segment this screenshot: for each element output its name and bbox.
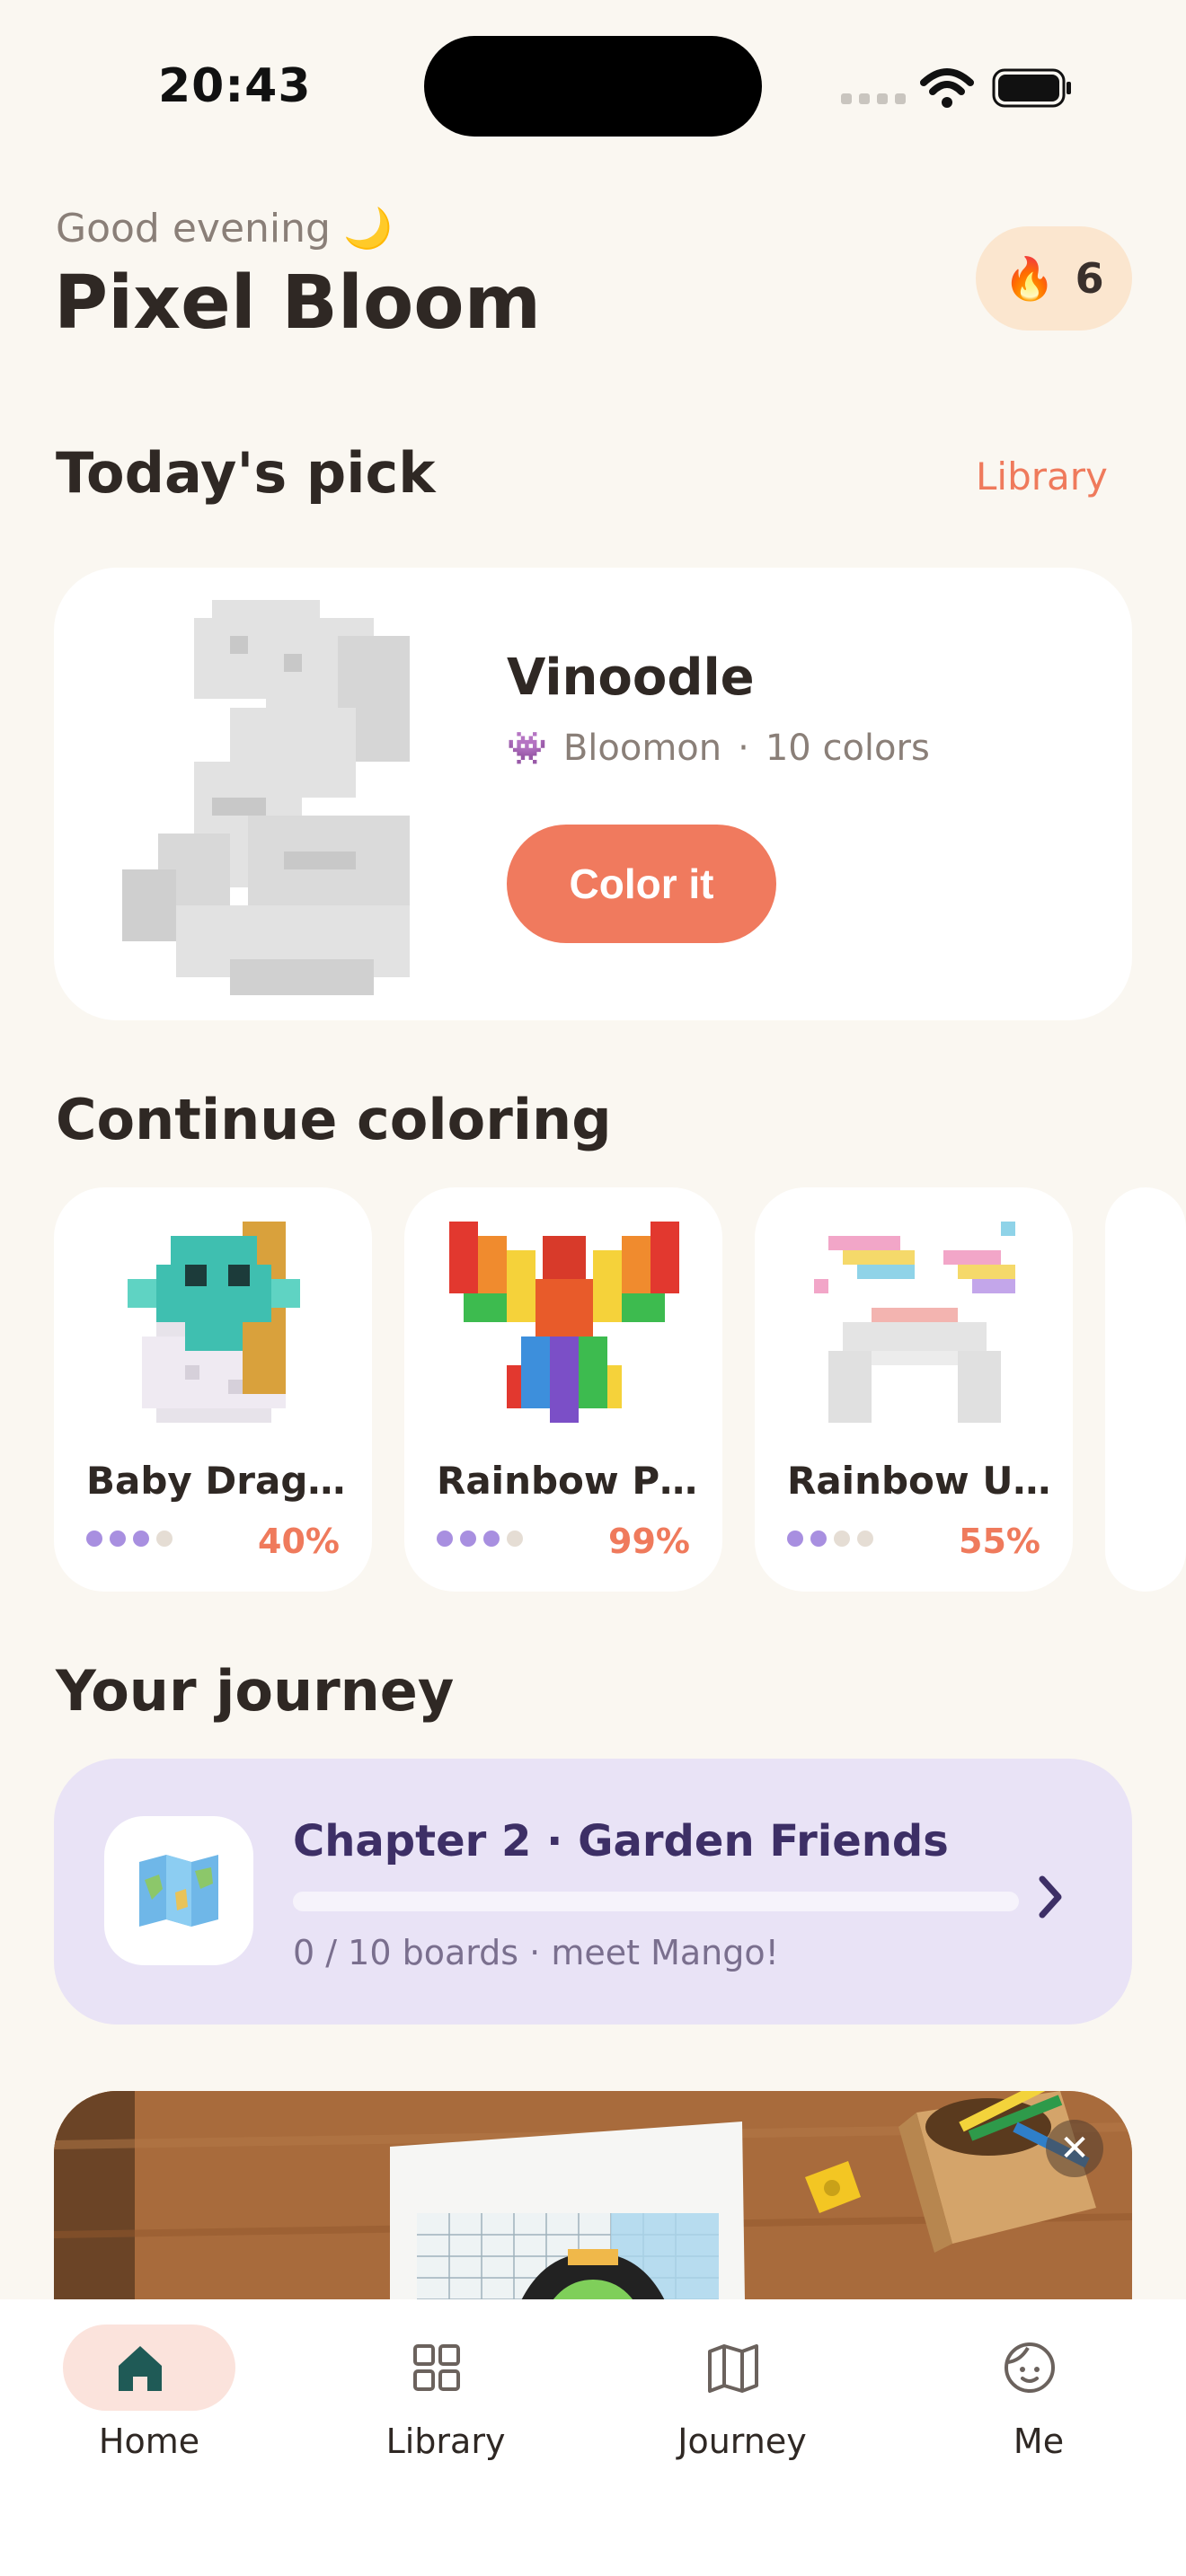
battery-icon: [992, 68, 1071, 108]
meta-separator: ·: [738, 728, 749, 769]
tab-me[interactable]: Me: [945, 2325, 1161, 2477]
journey-progress-track: [293, 1892, 1019, 1911]
continue-item-name: Rainbow U…: [787, 1459, 1051, 1503]
journey-progress-text: 0 / 10 boards · meet Mango!: [293, 1933, 779, 1972]
continue-card[interactable]: Rainbow U… 55%: [755, 1187, 1073, 1592]
close-promo-button[interactable]: ✕: [1046, 2120, 1103, 2177]
todays-pick-title: Today's pick: [56, 440, 436, 506]
streak-badge[interactable]: 🔥 6: [976, 226, 1132, 331]
flame-icon: 🔥: [1004, 253, 1056, 303]
journey-map-tile: [104, 1816, 253, 1965]
journey-section-title: Your journey: [56, 1658, 455, 1724]
progress-percent: 40%: [258, 1522, 340, 1561]
continue-item-name: Baby Drag…: [86, 1459, 346, 1503]
face-icon: [1005, 2342, 1055, 2393]
tab-journey[interactable]: Journey: [649, 2325, 864, 2477]
progress-percent: 55%: [959, 1522, 1040, 1561]
progress-dots: [787, 1531, 873, 1547]
journey-chapter-title: Chapter 2 · Garden Friends: [293, 1816, 949, 1866]
pick-color-count: 10 colors: [765, 728, 930, 769]
status-time: 20:43: [158, 59, 312, 113]
wifi-icon: [920, 68, 974, 108]
continue-coloring-title: Continue coloring: [56, 1087, 612, 1152]
color-it-button[interactable]: Color it: [507, 825, 776, 943]
alien-monster-icon: 👾: [507, 730, 547, 767]
greeting-text: Good evening 🌙: [56, 206, 393, 251]
progress-dots: [86, 1531, 173, 1547]
continue-card[interactable]: Baby Drag… 40%: [54, 1187, 372, 1592]
tab-library[interactable]: Library: [352, 2325, 568, 2477]
progress-dots: [437, 1531, 523, 1547]
streak-count: 6: [1075, 254, 1104, 303]
grid-icon: [413, 2344, 460, 2391]
rainbow-phoenix-artwork-image: [449, 1222, 679, 1423]
continue-item-name: Rainbow P…: [437, 1459, 698, 1503]
tab-label: Home: [98, 2422, 200, 2461]
pick-meta: 👾 Bloomon · 10 colors: [507, 728, 930, 769]
cellular-signal-icon: [841, 93, 906, 104]
pick-title: Vinoodle: [507, 648, 755, 707]
progress-percent: 99%: [608, 1522, 690, 1561]
close-icon: ✕: [1059, 2128, 1090, 2169]
pick-category: Bloomon: [562, 728, 722, 769]
map-icon: [708, 2344, 758, 2393]
rainbow-unicorn-artwork-image: [814, 1222, 1015, 1423]
tab-label: Me: [1013, 2422, 1065, 2461]
continue-card[interactable]: Rainbow P… 99%: [404, 1187, 722, 1592]
home-indicator: [458, 2531, 728, 2542]
baby-dragon-artwork-image: [128, 1222, 300, 1423]
map-icon: [139, 1855, 218, 1927]
app-title: Pixel Bloom: [54, 260, 542, 346]
dynamic-island: [424, 36, 762, 137]
home-icon: [119, 2346, 162, 2391]
tab-label: Library: [385, 2422, 506, 2461]
tab-label: Journey: [677, 2422, 807, 2461]
pick-artwork-image: [122, 600, 410, 995]
tab-home[interactable]: Home: [56, 2325, 271, 2477]
library-link[interactable]: Library: [976, 454, 1108, 498]
continue-card-partial[interactable]: [1105, 1187, 1186, 1592]
chevron-right-icon[interactable]: [1033, 1870, 1069, 1924]
